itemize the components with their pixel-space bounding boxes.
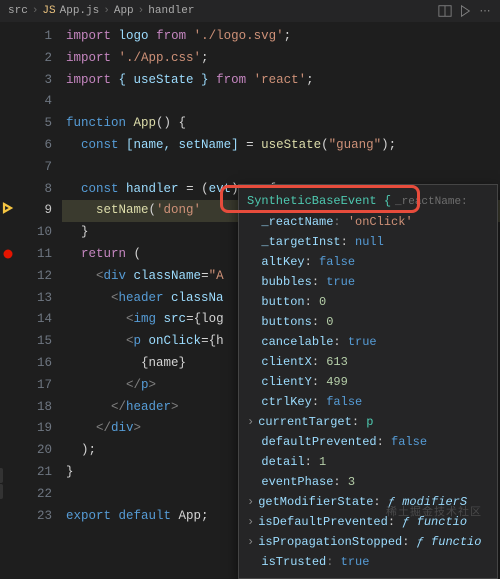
breakpoint-gutter[interactable]: NT :1 xyxy=(0,22,16,537)
line-number: 2 xyxy=(16,48,52,70)
breadcrumb: src › JS App.js › App › handler ⋯ xyxy=(0,0,500,22)
debug-property-row[interactable]: _reactName: 'onClick' xyxy=(247,212,489,232)
line-number: 15 xyxy=(16,331,52,353)
debug-property-row[interactable]: ›currentTarget: p xyxy=(247,412,489,432)
debug-property-row[interactable]: isTrusted: true xyxy=(247,552,489,572)
split-editor-icon[interactable] xyxy=(438,4,452,18)
chevron-right-icon: › xyxy=(103,5,110,17)
line-number: 10 xyxy=(16,222,52,244)
line-number: 18 xyxy=(16,397,52,419)
chevron-right-icon: › xyxy=(32,5,39,17)
line-number: 21 xyxy=(16,462,52,484)
line-number: 13 xyxy=(16,288,52,310)
line-number: 1 xyxy=(16,26,52,48)
debug-property-row[interactable]: bubbles: true xyxy=(247,272,489,292)
line-number: 17 xyxy=(16,375,52,397)
line-number: 20 xyxy=(16,440,52,462)
line-number: 14 xyxy=(16,309,52,331)
bc-symbol[interactable]: App xyxy=(114,5,134,17)
line-number: 12 xyxy=(16,266,52,288)
line-number: 3 xyxy=(16,70,52,92)
badge: :1 xyxy=(0,484,3,499)
bc-folder[interactable]: src xyxy=(8,5,28,17)
line-number: 7 xyxy=(16,157,52,179)
debug-property-row[interactable]: altKey: false xyxy=(247,252,489,272)
line-number: 5 xyxy=(16,113,52,135)
more-icon[interactable]: ⋯ xyxy=(478,4,492,18)
debug-property-row[interactable]: button: 0 xyxy=(247,292,489,312)
breakpoint-icon[interactable] xyxy=(2,248,14,260)
watermark: 稀土掘金技术社区 xyxy=(386,503,482,519)
badge: NT xyxy=(0,468,3,483)
line-number: 6 xyxy=(16,135,52,157)
debug-property-row[interactable]: ctrlKey: false xyxy=(247,392,489,412)
bc-file[interactable]: App.js xyxy=(60,5,100,17)
debug-property-row[interactable]: buttons: 0 xyxy=(247,312,489,332)
play-icon[interactable] xyxy=(458,4,472,18)
debug-property-row[interactable]: ›isPropagationStopped: ƒ functio xyxy=(247,532,489,552)
debug-property-row[interactable]: eventPhase: 3 xyxy=(247,472,489,492)
line-number: 4 xyxy=(16,91,52,113)
debug-property-row[interactable]: clientY: 499 xyxy=(247,372,489,392)
debug-property-row[interactable]: clientX: 613 xyxy=(247,352,489,372)
line-number: 22 xyxy=(16,484,52,506)
debug-property-row[interactable]: defaultPrevented: false xyxy=(247,432,489,452)
debug-hover-tooltip[interactable]: SyntheticBaseEvent {_reactName: _reactNa… xyxy=(238,184,498,579)
line-number: 11 xyxy=(16,244,52,266)
debug-property-row[interactable]: _targetInst: null xyxy=(247,232,489,252)
line-number: 9 xyxy=(16,200,52,222)
line-number: 19 xyxy=(16,418,52,440)
current-execution-icon[interactable] xyxy=(2,202,14,214)
line-numbers: 1234567891011121314151617181920212223 xyxy=(16,22,62,537)
debug-property-row[interactable]: cancelable: true xyxy=(247,332,489,352)
debug-property-row[interactable]: detail: 1 xyxy=(247,452,489,472)
bc-symbol[interactable]: handler xyxy=(148,5,194,17)
line-number: 16 xyxy=(16,353,52,375)
line-number: 23 xyxy=(16,506,52,528)
line-number: 8 xyxy=(16,179,52,201)
chevron-right-icon: › xyxy=(138,5,145,17)
